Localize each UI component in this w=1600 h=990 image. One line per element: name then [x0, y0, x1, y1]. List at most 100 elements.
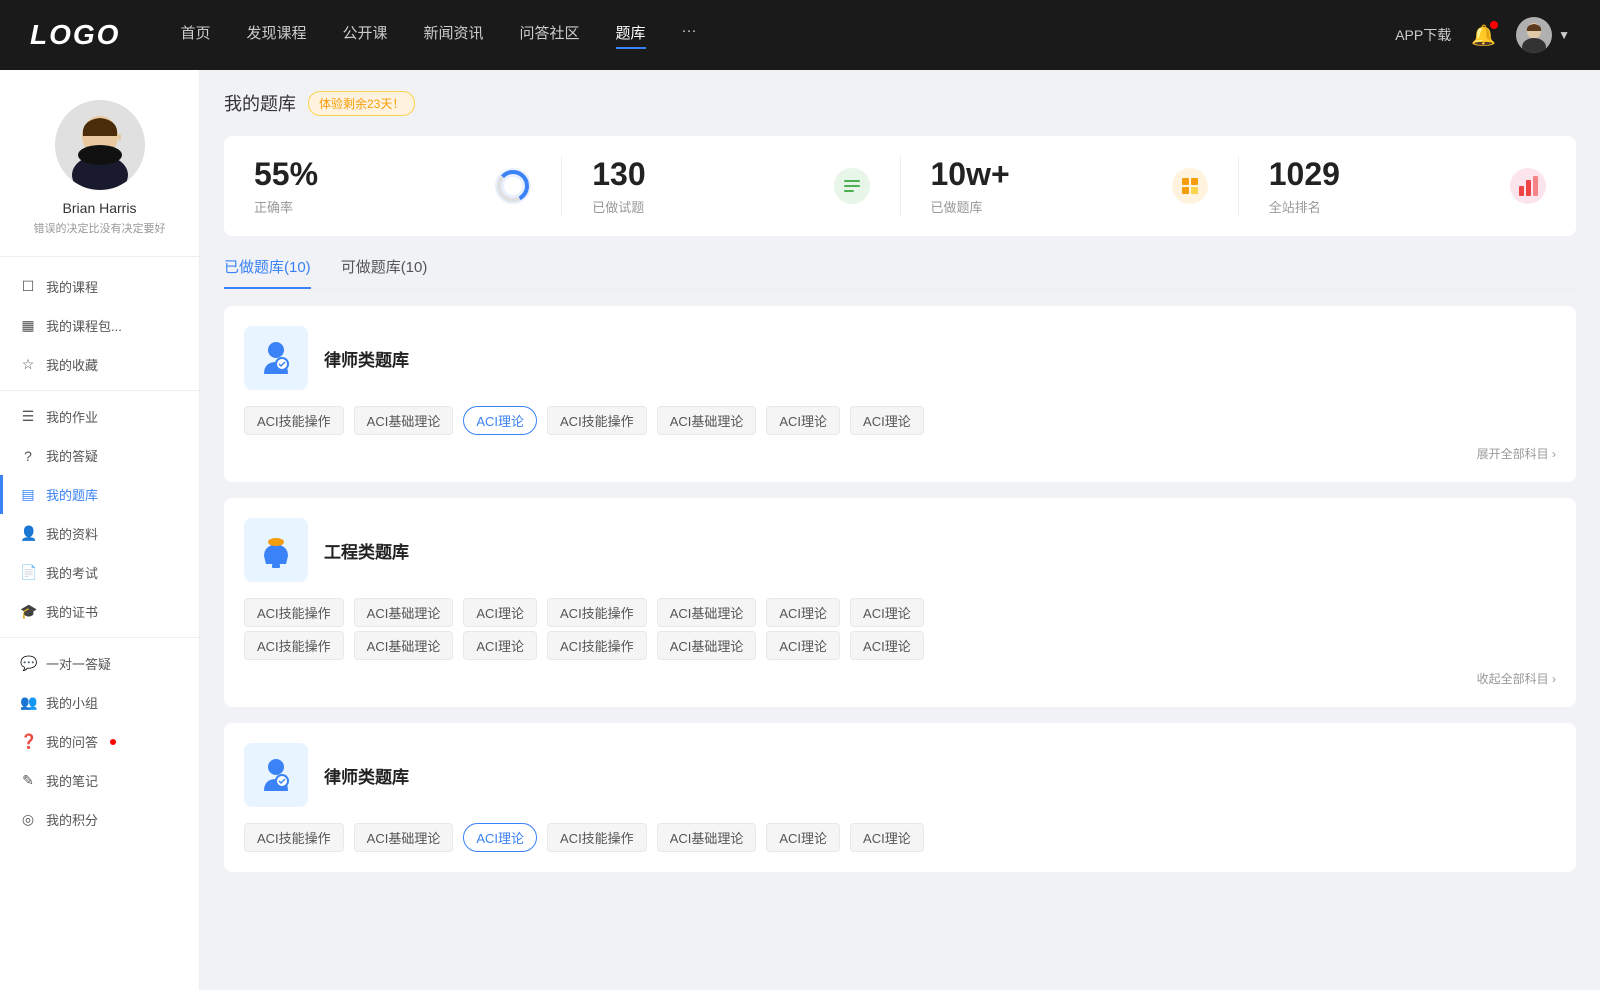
nav-news[interactable]: 新闻资讯	[424, 22, 484, 49]
list-icon	[838, 172, 866, 200]
sidebar-item-profile[interactable]: 👤 我的资料	[0, 514, 199, 553]
nav-home[interactable]: 首页	[180, 22, 210, 49]
stat-accuracy-value: 55%	[254, 156, 495, 193]
bank-card-lawyer: 律师类题库 ACI技能操作 ACI基础理论 ACI理论 ACI技能操作 ACI基…	[224, 306, 1576, 482]
done-banks-icon	[1172, 168, 1208, 204]
engineering-icon-svg	[254, 528, 298, 572]
stat-accuracy-label: 正确率	[254, 197, 495, 216]
questions-dot	[110, 739, 116, 745]
star-icon: ☆	[20, 356, 36, 373]
trial-badge: 体验剩余23天！	[308, 91, 415, 116]
tag-item[interactable]: ACI理论	[463, 598, 537, 627]
nav-discover[interactable]: 发现课程	[246, 22, 306, 49]
sidebar-item-my-course[interactable]: ☐ 我的课程	[0, 267, 199, 306]
sidebar-item-cert[interactable]: 🎓 我的证书	[0, 592, 199, 631]
tag-item[interactable]: ACI技能操作	[547, 598, 647, 627]
tag-item[interactable]: ACI基础理论	[657, 631, 757, 660]
stat-accuracy: 55% 正确率	[224, 156, 562, 216]
nav-qa[interactable]: 问答社区	[520, 22, 580, 49]
tag-item[interactable]: ACI基础理论	[657, 598, 757, 627]
nav-bank[interactable]: 题库	[616, 22, 646, 49]
homework-icon: ☰	[20, 408, 36, 425]
sidebar-item-homework[interactable]: ☰ 我的作业	[0, 397, 199, 436]
tag-item[interactable]: ACI基础理论	[657, 823, 757, 852]
sidebar-item-bank[interactable]: ▤ 我的题库	[0, 475, 199, 514]
tag-item[interactable]: ACI技能操作	[244, 823, 344, 852]
bank-tags-engineering-row2: ACI技能操作 ACI基础理论 ACI理论 ACI技能操作 ACI基础理论 AC…	[244, 631, 1556, 660]
avatar-chevron-icon: ▼	[1558, 28, 1570, 42]
app-download-link[interactable]: APP下载	[1395, 25, 1451, 45]
nav-more[interactable]: ···	[682, 22, 697, 49]
tag-item-selected[interactable]: ACI理论	[463, 823, 537, 852]
sidebar-label-collection: 我的收藏	[46, 355, 98, 374]
sidebar-sep-2	[0, 637, 199, 638]
stat-done-banks-value: 10w+	[931, 156, 1172, 193]
notes-icon: ✎	[20, 772, 36, 789]
tag-item[interactable]: ACI基础理论	[354, 823, 454, 852]
tag-item[interactable]: ACI理论	[850, 823, 924, 852]
tag-item[interactable]: ACI技能操作	[244, 406, 344, 435]
tag-item[interactable]: ACI基础理论	[354, 631, 454, 660]
tag-item[interactable]: ACI技能操作	[547, 823, 647, 852]
tag-item-selected[interactable]: ACI理论	[463, 406, 537, 435]
bank-tags-lawyer-1: ACI技能操作 ACI基础理论 ACI理论 ACI技能操作 ACI基础理论 AC…	[244, 406, 1556, 435]
sidebar-label-qa: 我的答疑	[46, 446, 98, 465]
tag-item[interactable]: ACI技能操作	[244, 631, 344, 660]
bank-card-lawyer-header: 律师类题库	[244, 326, 1556, 390]
sidebar-item-collection[interactable]: ☆ 我的收藏	[0, 345, 199, 384]
grid-icon	[1176, 172, 1204, 200]
page-title: 我的题库	[224, 90, 296, 116]
stat-done-questions-text: 130 已做试题	[592, 156, 833, 216]
sidebar-item-questions[interactable]: ❓ 我的问答	[0, 722, 199, 761]
stat-done-questions-label: 已做试题	[592, 197, 833, 216]
sidebar-label-my-course: 我的课程	[46, 277, 98, 296]
stat-ranking-value: 1029	[1269, 156, 1510, 193]
tag-item[interactable]: ACI技能操作	[547, 406, 647, 435]
stat-ranking: 1029 全站排名	[1239, 156, 1576, 216]
nav-menu: 首页 发现课程 公开课 新闻资讯 问答社区 题库 ···	[180, 22, 1395, 49]
tag-item[interactable]: ACI基础理论	[657, 406, 757, 435]
notification-dot	[1490, 21, 1498, 29]
notification-bell[interactable]: 🔔	[1471, 23, 1496, 48]
tag-item[interactable]: ACI理论	[766, 598, 840, 627]
sidebar-label-questions: 我的问答	[46, 732, 98, 751]
tag-item[interactable]: ACI理论	[850, 406, 924, 435]
tag-item[interactable]: ACI基础理论	[354, 598, 454, 627]
sidebar-profile: Brian Harris 错误的决定比没有决定要好	[0, 90, 199, 257]
sidebar-label-notes: 我的笔记	[46, 771, 98, 790]
tab-available[interactable]: 可做题库(10)	[341, 256, 428, 289]
bank-title-lawyer-1: 律师类题库	[324, 346, 409, 371]
tag-item[interactable]: ACI理论	[850, 631, 924, 660]
tag-item[interactable]: ACI技能操作	[244, 598, 344, 627]
tag-item[interactable]: ACI理论	[766, 823, 840, 852]
user-avatar-wrap[interactable]: ▼	[1516, 17, 1570, 53]
bank-card-engineering-header: 工程类题库	[244, 518, 1556, 582]
bank-icon: ▤	[20, 486, 36, 503]
sidebar-item-notes[interactable]: ✎ 我的笔记	[0, 761, 199, 800]
tag-item[interactable]: ACI理论	[850, 598, 924, 627]
sidebar-item-points[interactable]: ◎ 我的积分	[0, 800, 199, 839]
nav-open-course[interactable]: 公开课	[342, 22, 387, 49]
accuracy-icon	[495, 168, 531, 204]
logo[interactable]: LOGO	[30, 19, 120, 51]
sidebar-item-qa[interactable]: ? 我的答疑	[0, 436, 199, 475]
expand-link-lawyer-1[interactable]: 展开全部科目 ›	[244, 445, 1556, 462]
tab-done[interactable]: 已做题库(10)	[224, 256, 311, 289]
sidebar-item-course-package[interactable]: ▦ 我的课程包...	[0, 306, 199, 345]
collapse-link-engineering[interactable]: 收起全部科目 ›	[244, 670, 1556, 687]
sidebar-username: Brian Harris	[63, 200, 137, 216]
tag-item[interactable]: ACI基础理论	[354, 406, 454, 435]
stat-accuracy-text: 55% 正确率	[254, 156, 495, 216]
sidebar-item-exam[interactable]: 📄 我的考试	[0, 553, 199, 592]
tag-item[interactable]: ACI理论	[766, 406, 840, 435]
tag-item[interactable]: ACI理论	[766, 631, 840, 660]
sidebar-item-1on1[interactable]: 💬 一对一答疑	[0, 644, 199, 683]
tag-item[interactable]: ACI技能操作	[547, 631, 647, 660]
tag-item[interactable]: ACI理论	[463, 631, 537, 660]
chat-icon: 💬	[20, 655, 36, 672]
page-header: 我的题库 体验剩余23天！	[224, 90, 1576, 116]
bank-card-lawyer-2-header: 律师类题库	[244, 743, 1556, 807]
topnav-avatar	[1516, 17, 1552, 53]
sidebar-item-group[interactable]: 👥 我的小组	[0, 683, 199, 722]
main-content: 我的题库 体验剩余23天！ 55% 正确率	[200, 70, 1600, 990]
